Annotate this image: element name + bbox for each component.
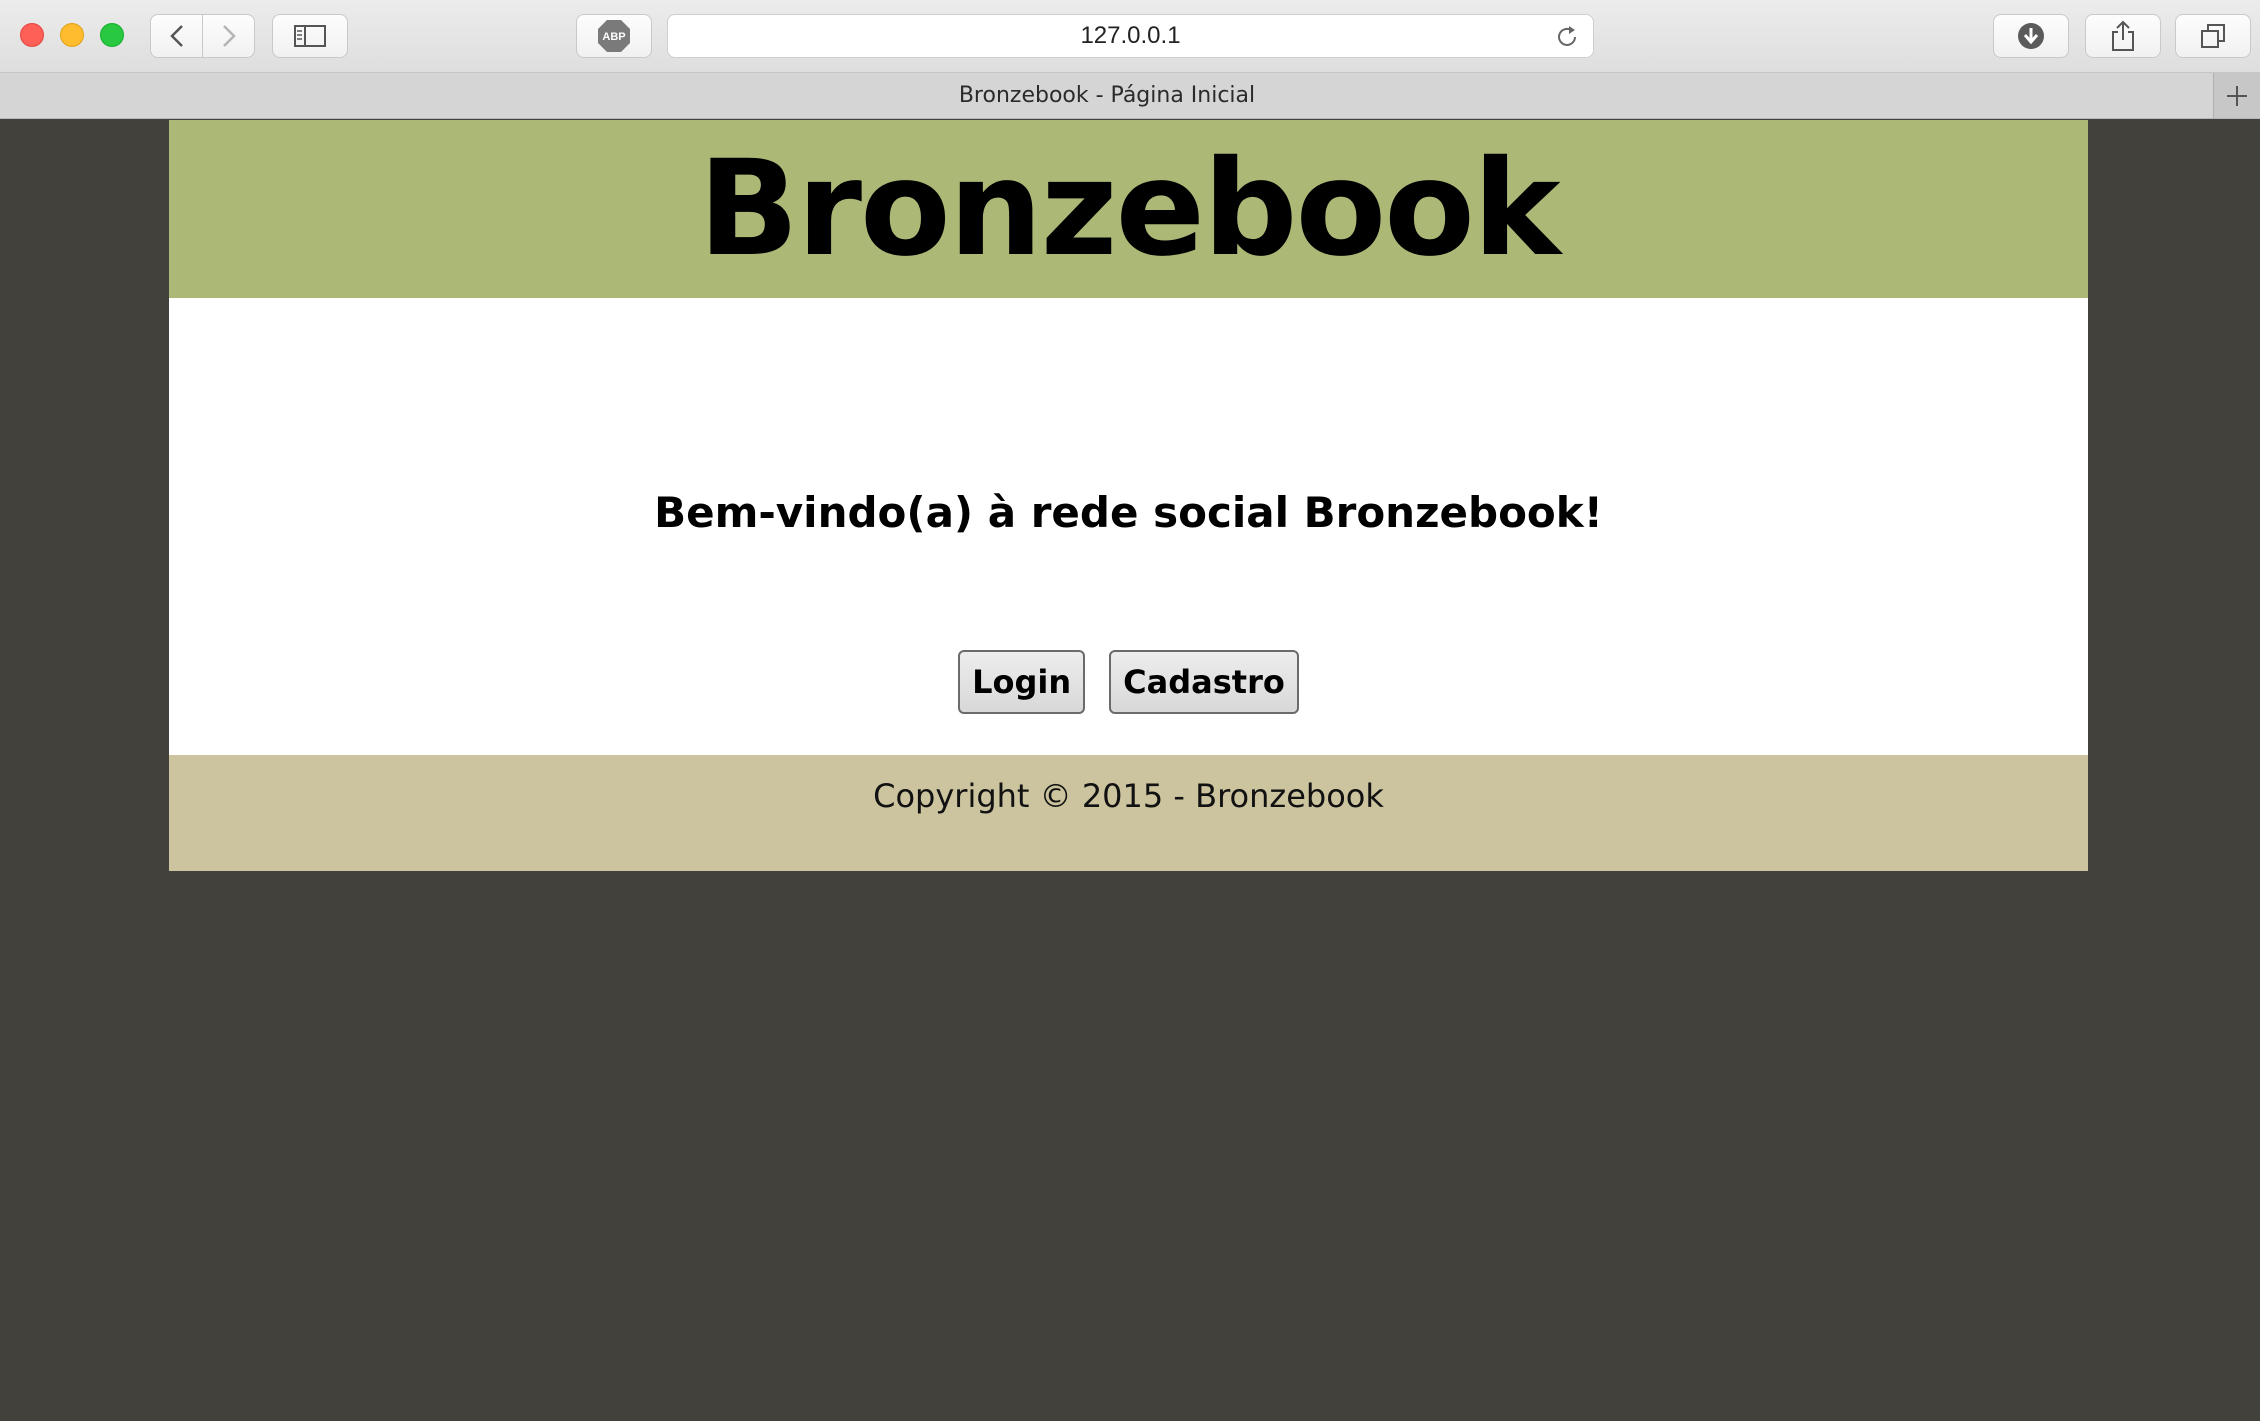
- sidebar-button[interactable]: [272, 14, 348, 58]
- forward-icon: [222, 25, 236, 47]
- forward-button[interactable]: [203, 15, 254, 57]
- navigation-buttons: [150, 14, 255, 58]
- new-tab-icon: [2227, 85, 2247, 106]
- back-button[interactable]: [151, 15, 202, 57]
- reload-icon[interactable]: [1553, 23, 1581, 51]
- action-buttons: Login Cadastro: [169, 650, 2088, 714]
- back-icon: [169, 25, 183, 47]
- active-tab[interactable]: Bronzebook - Página Inicial: [0, 73, 2214, 118]
- adblock-button[interactable]: ABP: [576, 14, 652, 58]
- tabs-overview-icon: [2201, 24, 2225, 48]
- site-footer: Copyright © 2015 - Bronzebook: [169, 755, 2088, 871]
- window-zoom-button[interactable]: [100, 23, 124, 47]
- web-page: Bronzebook Bem-vindo(a) à rede social Br…: [169, 120, 2088, 871]
- download-icon: [2018, 23, 2044, 49]
- address-text: 127.0.0.1: [1080, 22, 1181, 49]
- adblock-label: ABP: [602, 31, 625, 43]
- signup-button[interactable]: Cadastro: [1109, 650, 1299, 714]
- site-header: Bronzebook: [169, 120, 2088, 298]
- browser-window: ABP 127.0.0.1 Bronzebook - Página Inicia…: [0, 0, 2260, 1421]
- tab-title: Bronzebook - Página Inicial: [958, 83, 1256, 108]
- share-icon: [2112, 20, 2134, 51]
- adblock-icon: ABP: [598, 20, 630, 52]
- downloads-button[interactable]: [1993, 14, 2069, 58]
- tabs-overview-button[interactable]: [2175, 14, 2251, 58]
- tab-bar: Bronzebook - Página Inicial: [0, 73, 2260, 119]
- login-button[interactable]: Login: [958, 650, 1086, 714]
- main-content: Bem-vindo(a) à rede social Bronzebook! L…: [169, 298, 2088, 755]
- address-bar[interactable]: 127.0.0.1: [667, 14, 1594, 58]
- welcome-message: Bem-vindo(a) à rede social Bronzebook!: [654, 488, 1603, 537]
- sidebar-icon: [294, 25, 326, 47]
- site-title: Bronzebook: [698, 132, 1560, 286]
- window-minimize-button[interactable]: [60, 23, 84, 47]
- new-tab-button[interactable]: [2213, 73, 2260, 118]
- copyright-text: Copyright © 2015 - Bronzebook: [873, 777, 1384, 815]
- browser-toolbar: ABP 127.0.0.1: [0, 0, 2260, 73]
- window-close-button[interactable]: [20, 23, 44, 47]
- share-button[interactable]: [2085, 14, 2161, 58]
